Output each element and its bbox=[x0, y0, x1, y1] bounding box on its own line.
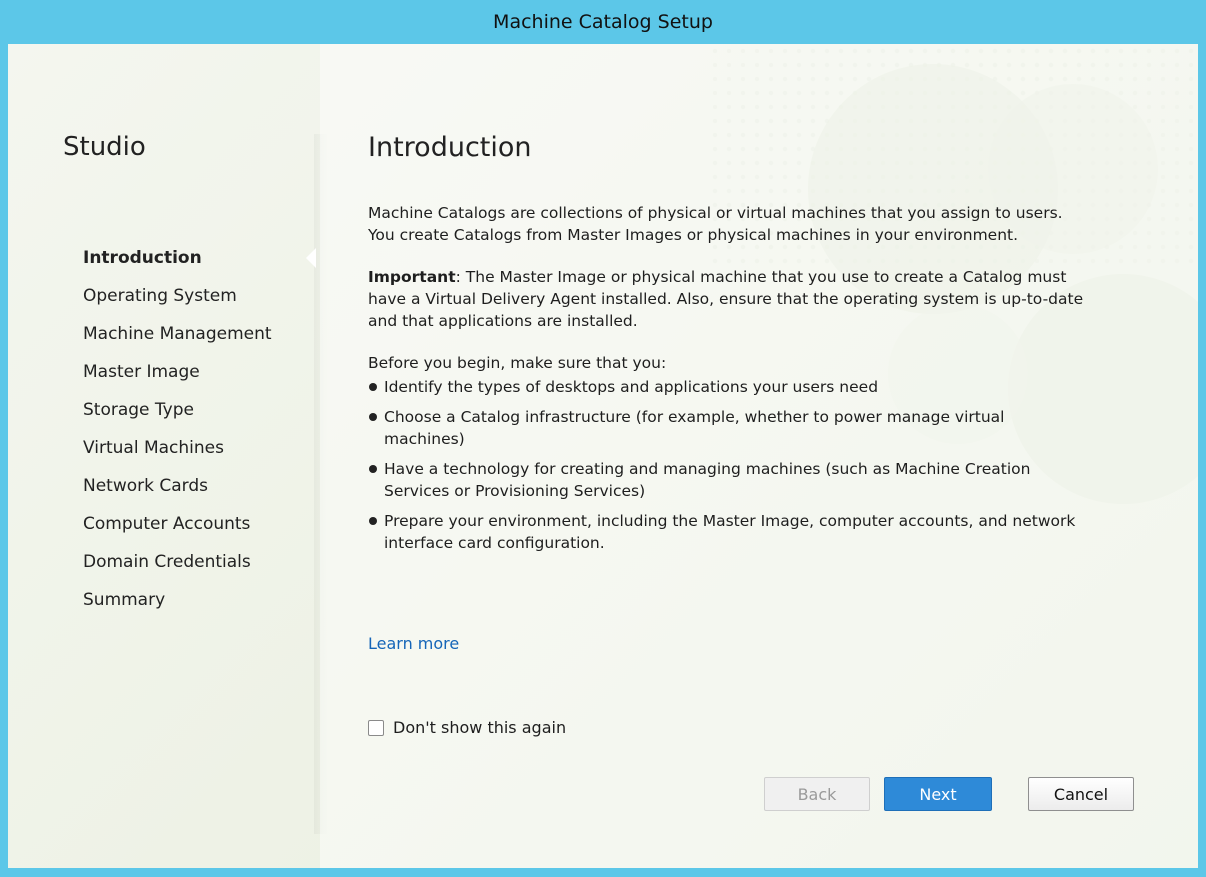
introduction-content: Machine Catalogs are collections of phys… bbox=[368, 202, 1088, 562]
step-summary[interactable]: Summary bbox=[83, 581, 272, 619]
page-title: Introduction bbox=[368, 132, 532, 163]
step-storage-type[interactable]: Storage Type bbox=[83, 391, 272, 429]
checklist-item: Identify the types of desktops and appli… bbox=[368, 376, 1088, 398]
before-you-begin-text: Before you begin, make sure that you: bbox=[368, 354, 667, 372]
step-master-image[interactable]: Master Image bbox=[83, 353, 272, 391]
wizard-content-panel: Introduction Machine Catalogs are collec… bbox=[320, 44, 1198, 868]
sidebar-heading: Studio bbox=[63, 132, 146, 162]
checklist-item: Have a technology for creating and manag… bbox=[368, 458, 1088, 502]
title-bar[interactable]: Machine Catalog Setup bbox=[0, 0, 1206, 44]
important-paragraph: Important: The Master Image or physical … bbox=[368, 266, 1088, 332]
step-virtual-machines[interactable]: Virtual Machines bbox=[83, 429, 272, 467]
active-step-indicator bbox=[306, 248, 316, 268]
next-button[interactable]: Next bbox=[884, 777, 992, 811]
wizard-client-area: Studio Introduction Operating System Mac… bbox=[8, 44, 1198, 868]
learn-more-link[interactable]: Learn more bbox=[368, 634, 459, 653]
important-label: Important bbox=[368, 268, 456, 286]
back-button[interactable]: Back bbox=[764, 777, 870, 811]
step-operating-system[interactable]: Operating System bbox=[83, 277, 272, 315]
dont-show-again-option[interactable]: Don't show this again bbox=[368, 718, 566, 737]
checklist-item: Choose a Catalog infrastructure (for exa… bbox=[368, 406, 1088, 450]
dont-show-again-label: Don't show this again bbox=[393, 718, 567, 737]
step-domain-credentials[interactable]: Domain Credentials bbox=[83, 543, 272, 581]
intro-paragraph: Machine Catalogs are collections of phys… bbox=[368, 204, 1063, 244]
checklist-item: Prepare your environment, including the … bbox=[368, 510, 1088, 554]
window-title: Machine Catalog Setup bbox=[493, 11, 713, 33]
dont-show-again-checkbox[interactable] bbox=[368, 719, 384, 736]
step-introduction[interactable]: Introduction bbox=[83, 239, 272, 277]
step-network-cards[interactable]: Network Cards bbox=[83, 467, 272, 505]
wizard-sidebar: Studio Introduction Operating System Mac… bbox=[8, 44, 314, 868]
machine-catalog-setup-window: Machine Catalog Setup Studio Introductio… bbox=[0, 0, 1206, 877]
checklist: Identify the types of desktops and appli… bbox=[368, 376, 1088, 554]
important-text: : The Master Image or physical machine t… bbox=[368, 268, 1084, 330]
wizard-steps: Introduction Operating System Machine Ma… bbox=[83, 239, 272, 619]
cancel-button[interactable]: Cancel bbox=[1028, 777, 1134, 811]
step-machine-management[interactable]: Machine Management bbox=[83, 315, 272, 353]
step-computer-accounts[interactable]: Computer Accounts bbox=[83, 505, 272, 543]
